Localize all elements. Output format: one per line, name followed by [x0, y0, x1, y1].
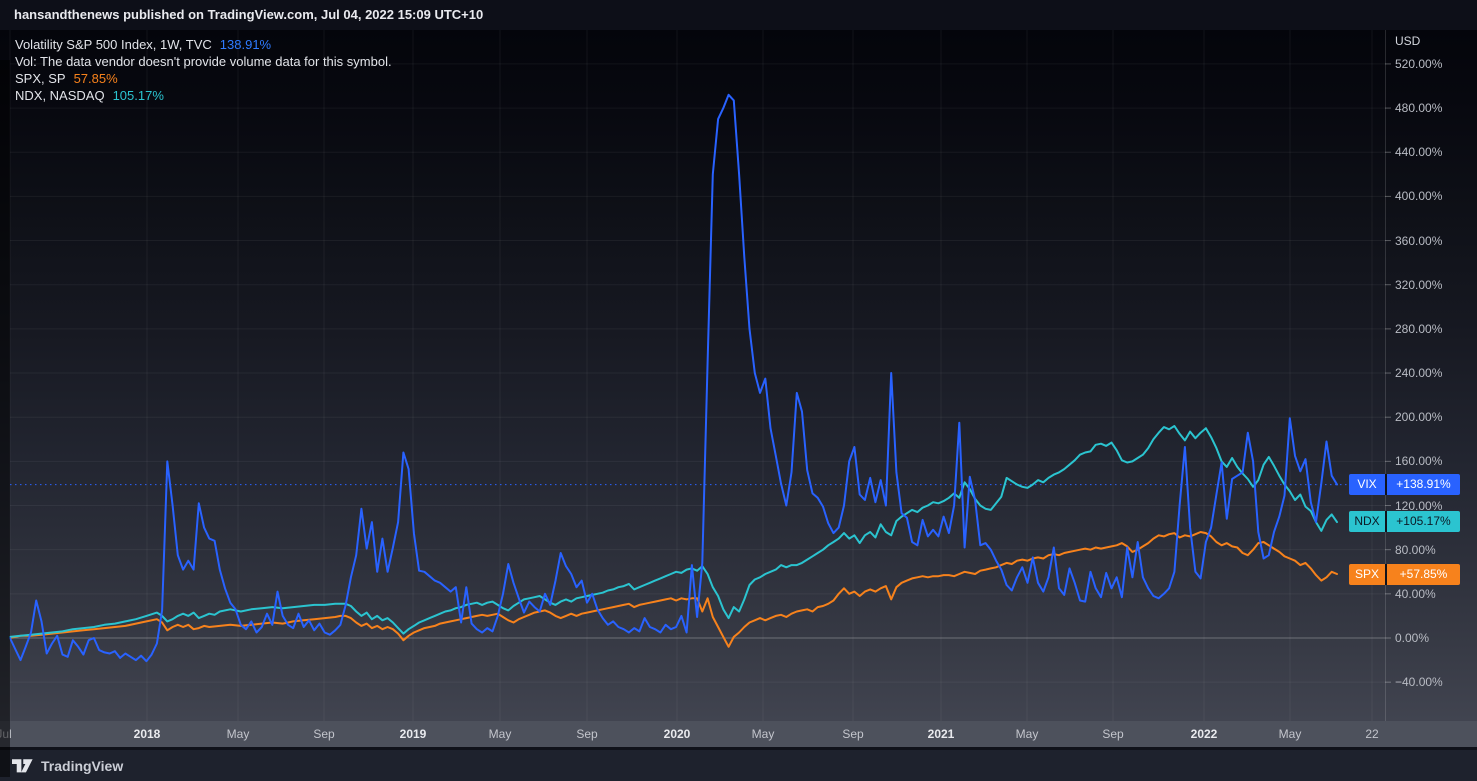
legend-symbol-value: 57.85% — [74, 71, 118, 86]
legend-symbol-title[interactable]: NDX, NASDAQ — [15, 88, 105, 103]
badge-value: +57.85% — [1387, 564, 1460, 585]
chart-pane: Volatility S&P 500 Index, 1W, TVC 138.91%… — [0, 30, 1477, 721]
price-label-ndx[interactable]: NDX+105.17% — [1349, 511, 1460, 532]
currency-label[interactable]: USD — [1395, 34, 1420, 48]
tradingview-logo-icon[interactable] — [12, 759, 33, 773]
x-axis-label: 22 — [1365, 721, 1378, 747]
vix-series-line — [10, 95, 1337, 661]
time-axis[interactable]: Jul2018MaySep2019MaySep2020MaySep2021May… — [0, 721, 1477, 747]
x-axis-label: May — [1016, 721, 1039, 747]
legend-row: SPX, SP 57.85% — [15, 70, 392, 87]
y-axis-label: 280.00% — [1395, 322, 1442, 336]
legend-row: Volatility S&P 500 Index, 1W, TVC 138.91% — [15, 36, 392, 53]
y-axis-label: 200.00% — [1395, 410, 1442, 424]
y-axis-label: 440.00% — [1395, 145, 1442, 159]
x-axis-label: May — [752, 721, 775, 747]
legend-symbol-title[interactable]: Vol: The data vendor doesn't provide vol… — [15, 54, 392, 69]
y-axis-label: 400.00% — [1395, 189, 1442, 203]
y-axis-label: 520.00% — [1395, 57, 1442, 71]
y-axis-label: 80.00% — [1395, 543, 1436, 557]
price-label-vix[interactable]: VIX+138.91% — [1349, 474, 1460, 495]
x-axis-label: 2019 — [400, 721, 427, 747]
x-axis-label: 2018 — [134, 721, 161, 747]
chart-canvas[interactable] — [0, 30, 1477, 721]
x-axis-label: May — [227, 721, 250, 747]
x-axis-label: 2021 — [928, 721, 955, 747]
y-axis-label: −40.00% — [1395, 675, 1443, 689]
badge-ticker: VIX — [1349, 474, 1385, 495]
badge-ticker: NDX — [1349, 511, 1385, 532]
ndx-series-line — [10, 426, 1337, 637]
x-axis-label: Sep — [842, 721, 863, 747]
x-axis-label: May — [1279, 721, 1302, 747]
legend-row: Vol: The data vendor doesn't provide vol… — [15, 53, 392, 70]
publish-header: hansandthenews published on TradingView.… — [0, 0, 1477, 30]
y-axis-label: 240.00% — [1395, 366, 1442, 380]
badge-value: +105.17% — [1387, 511, 1460, 532]
legend-row: NDX, NASDAQ 105.17% — [15, 87, 392, 104]
left-gutter — [0, 60, 10, 777]
price-label-spx[interactable]: SPX+57.85% — [1349, 564, 1460, 585]
y-axis-label: 360.00% — [1395, 234, 1442, 248]
x-axis-label: 2022 — [1191, 721, 1218, 747]
legend-symbol-value: 138.91% — [220, 37, 271, 52]
y-axis-label: 0.00% — [1395, 631, 1429, 645]
y-axis-label: 160.00% — [1395, 454, 1442, 468]
y-axis-label: 480.00% — [1395, 101, 1442, 115]
badge-ticker: SPX — [1349, 564, 1385, 585]
legend-symbol-value: 105.17% — [113, 88, 164, 103]
x-axis-label: Sep — [313, 721, 334, 747]
x-axis-label: May — [489, 721, 512, 747]
tradingview-published-chart: hansandthenews published on TradingView.… — [0, 0, 1477, 781]
legend-symbol-title[interactable]: SPX, SP — [15, 71, 66, 86]
footer-bar: TradingView — [0, 750, 1477, 781]
x-axis-label: Sep — [576, 721, 597, 747]
badge-value: +138.91% — [1387, 474, 1460, 495]
footer-brand-link[interactable]: TradingView — [41, 758, 123, 774]
publish-attribution-text: hansandthenews published on TradingView.… — [14, 7, 483, 22]
x-axis-label: 2020 — [664, 721, 691, 747]
y-axis-label: 40.00% — [1395, 587, 1436, 601]
x-axis-label: Sep — [1102, 721, 1123, 747]
price-axis-divider — [1385, 30, 1386, 721]
y-axis-label: 320.00% — [1395, 278, 1442, 292]
chart-legend: Volatility S&P 500 Index, 1W, TVC 138.91%… — [15, 36, 392, 104]
legend-symbol-title[interactable]: Volatility S&P 500 Index, 1W, TVC — [15, 37, 212, 52]
